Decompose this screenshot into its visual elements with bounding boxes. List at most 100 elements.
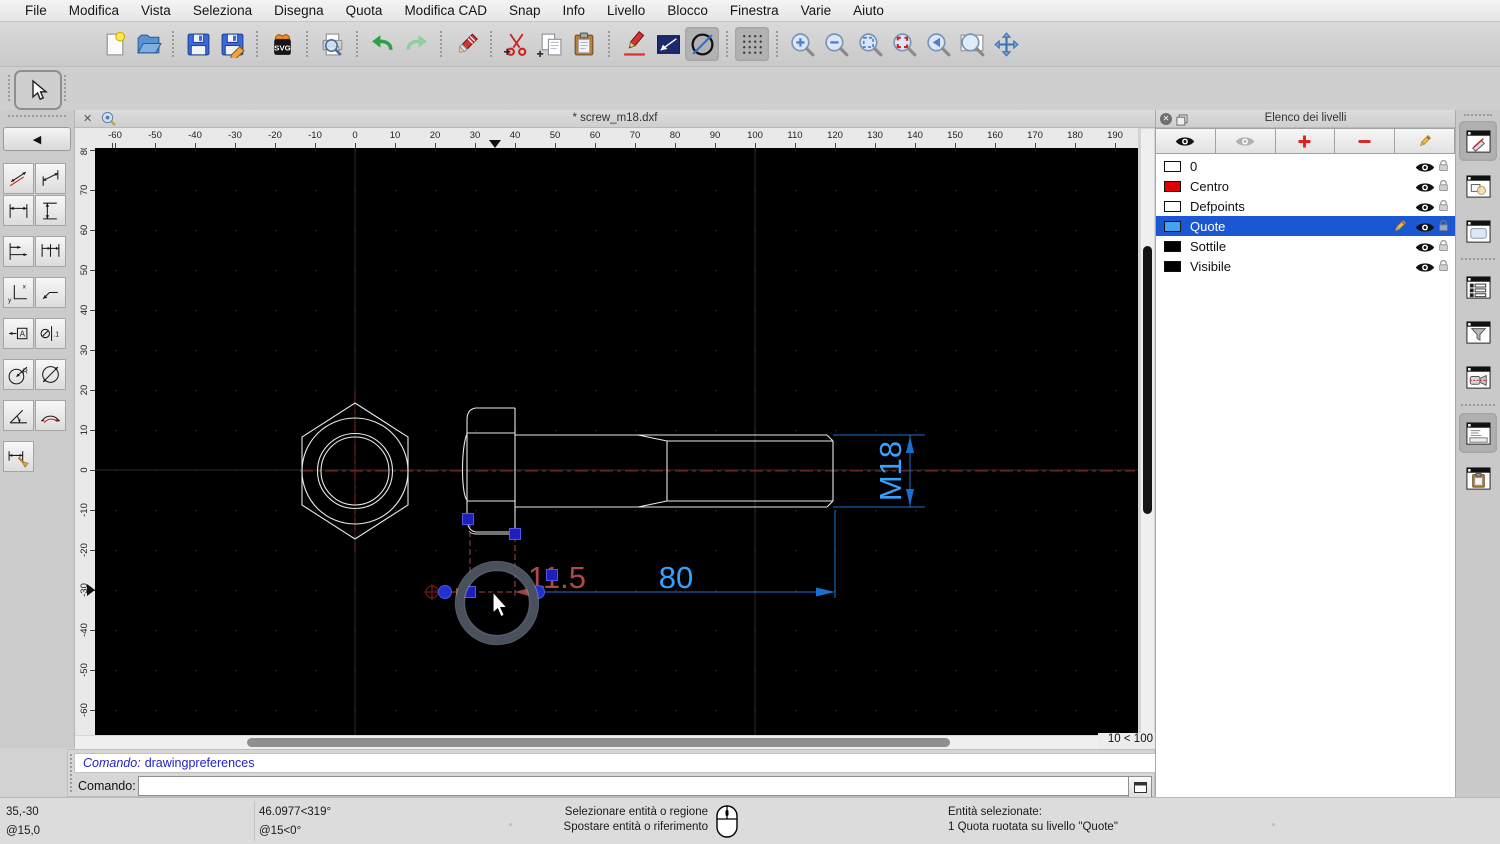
zoom-selected-button[interactable] <box>887 27 921 61</box>
layer-lock-icon[interactable] <box>1437 199 1450 215</box>
layer-row-0[interactable]: 0 <box>1156 156 1455 176</box>
panel-drag-handle[interactable] <box>8 115 66 117</box>
layer-row-sottile[interactable]: Sottile <box>1156 236 1455 256</box>
panel-drag-handle[interactable] <box>70 754 72 792</box>
edit-layer-icon[interactable] <box>1392 219 1407 237</box>
layer-lock-icon[interactable] <box>1437 219 1450 235</box>
dimension-m18-label[interactable]: M18 <box>873 441 908 501</box>
layer-lock-icon[interactable] <box>1437 179 1450 195</box>
circle-2p-button[interactable] <box>685 27 719 61</box>
dim-vertical-button[interactable] <box>35 195 66 226</box>
layer-visibility-icon[interactable] <box>1414 260 1436 278</box>
centerlines[interactable] <box>300 393 1135 550</box>
layer-row-defpoints[interactable]: Defpoints <box>1156 196 1455 216</box>
paste-button[interactable] <box>567 27 601 61</box>
copy-button[interactable] <box>533 27 567 61</box>
dim-ordinate-button[interactable]: xy <box>3 277 34 308</box>
dim-angular-button[interactable] <box>3 400 34 431</box>
layer-lock-icon[interactable] <box>1437 159 1450 175</box>
add-layer-button[interactable] <box>1274 128 1336 154</box>
svg-export-button[interactable]: SVG <box>265 27 299 61</box>
menu-item-blocco[interactable]: Blocco <box>656 3 719 18</box>
zoom-auto-button[interactable] <box>853 27 887 61</box>
zoom-window-button[interactable] <box>955 27 989 61</box>
edit-layer-button[interactable] <box>1394 128 1455 154</box>
new-file-button[interactable] <box>97 27 131 61</box>
menu-item-vista[interactable]: Vista <box>130 3 182 18</box>
dock-blocks-button[interactable] <box>1459 166 1497 206</box>
panel-drag-handle[interactable] <box>1464 114 1492 116</box>
selection-grips[interactable] <box>438 513 558 599</box>
dim-leader-button[interactable] <box>35 277 66 308</box>
menu-item-varie[interactable]: Varie <box>790 3 843 18</box>
layer-lock-icon[interactable] <box>1437 259 1450 275</box>
open-file-button[interactable] <box>131 27 165 61</box>
layer-row-visibile[interactable]: Visibile <box>1156 256 1455 276</box>
command-dock-button[interactable] <box>1128 776 1152 798</box>
back-button[interactable]: ◀ <box>3 127 71 151</box>
menu-item-modifica[interactable]: Modifica <box>58 3 130 18</box>
cut-button[interactable] <box>499 27 533 61</box>
dock-view-button[interactable] <box>1459 357 1497 397</box>
dim-diametric-button[interactable] <box>35 359 66 390</box>
delete-entities-icon <box>458 32 478 53</box>
dimension-80-label[interactable]: 80 <box>659 560 693 595</box>
dim-baseline-button[interactable] <box>3 236 34 267</box>
delete-entities-button[interactable] <box>449 27 483 61</box>
menu-item-modifica-cad[interactable]: Modifica CAD <box>393 3 498 18</box>
dock-list-button[interactable] <box>1459 267 1497 307</box>
drawing-canvas[interactable]: M18 80 11.5 <box>95 148 1138 735</box>
redo-button[interactable] <box>399 27 433 61</box>
menu-item-aiuto[interactable]: Aiuto <box>842 3 895 18</box>
menu-item-file[interactable]: File <box>14 3 58 18</box>
print-preview-button[interactable] <box>315 27 349 61</box>
dock-pen-button[interactable] <box>1459 121 1497 161</box>
dim-modify-button[interactable] <box>3 441 34 472</box>
menu-item-seleziona[interactable]: Seleziona <box>182 3 263 18</box>
line-2p-button[interactable] <box>651 27 685 61</box>
zoom-in-button[interactable] <box>785 27 819 61</box>
menu-item-quota[interactable]: Quota <box>335 3 394 18</box>
vertical-scrollbar-thumb[interactable] <box>1143 246 1152 514</box>
toolbar-drag-handle[interactable] <box>64 75 66 101</box>
show-all-layers-button[interactable] <box>1155 128 1216 154</box>
vertical-scrollbar[interactable] <box>1140 128 1155 735</box>
toolbar-drag-handle[interactable] <box>8 75 10 101</box>
grid-toggle-button[interactable] <box>735 27 769 61</box>
remove-layer-button[interactable] <box>1334 128 1396 154</box>
dock-library-button[interactable] <box>1459 211 1497 251</box>
dim-label-button[interactable]: A <box>3 318 34 349</box>
pointer-tool-button[interactable] <box>14 70 62 110</box>
dim-continue-button[interactable] <box>35 236 66 267</box>
horizontal-scrollbar-thumb[interactable] <box>247 738 950 747</box>
menu-item-livello[interactable]: Livello <box>596 3 656 18</box>
menu-item-finestra[interactable]: Finestra <box>719 3 790 18</box>
menu-item-snap[interactable]: Snap <box>498 3 552 18</box>
dock-clipboard-button[interactable] <box>1459 458 1497 498</box>
zoom-previous-button[interactable] <box>921 27 955 61</box>
menu-item-info[interactable]: Info <box>552 3 597 18</box>
dim-linear-button[interactable] <box>35 163 66 194</box>
dim-aligned-button[interactable] <box>3 163 34 194</box>
dim-radial-button[interactable]: R <box>3 359 34 390</box>
layer-lock-icon[interactable] <box>1437 239 1450 255</box>
menu-item-disegna[interactable]: Disegna <box>263 3 335 18</box>
horizontal-scrollbar[interactable] <box>75 735 1098 749</box>
save-button[interactable] <box>181 27 215 61</box>
layer-row-centro[interactable]: Centro <box>1156 176 1455 196</box>
dim-horizontal-button[interactable] <box>3 195 34 226</box>
dock-filter-button[interactable] <box>1459 312 1497 352</box>
hide-all-layers-button[interactable] <box>1214 128 1276 154</box>
dim-arc-button[interactable] <box>35 400 66 431</box>
statusbar-separator <box>254 801 255 841</box>
zoom-out-button[interactable] <box>819 27 853 61</box>
dock-command-button[interactable] <box>1459 413 1497 453</box>
bolt-side-view[interactable] <box>462 407 834 536</box>
layer-row-quote[interactable]: Quote <box>1156 216 1455 236</box>
command-input[interactable] <box>138 776 1130 796</box>
zoom-pan-button[interactable] <box>989 27 1023 61</box>
draw-pen-button[interactable] <box>617 27 651 61</box>
dim-tolerance-button[interactable]: .1 <box>35 318 66 349</box>
undo-button[interactable] <box>365 27 399 61</box>
save-as-button[interactable] <box>215 27 249 61</box>
